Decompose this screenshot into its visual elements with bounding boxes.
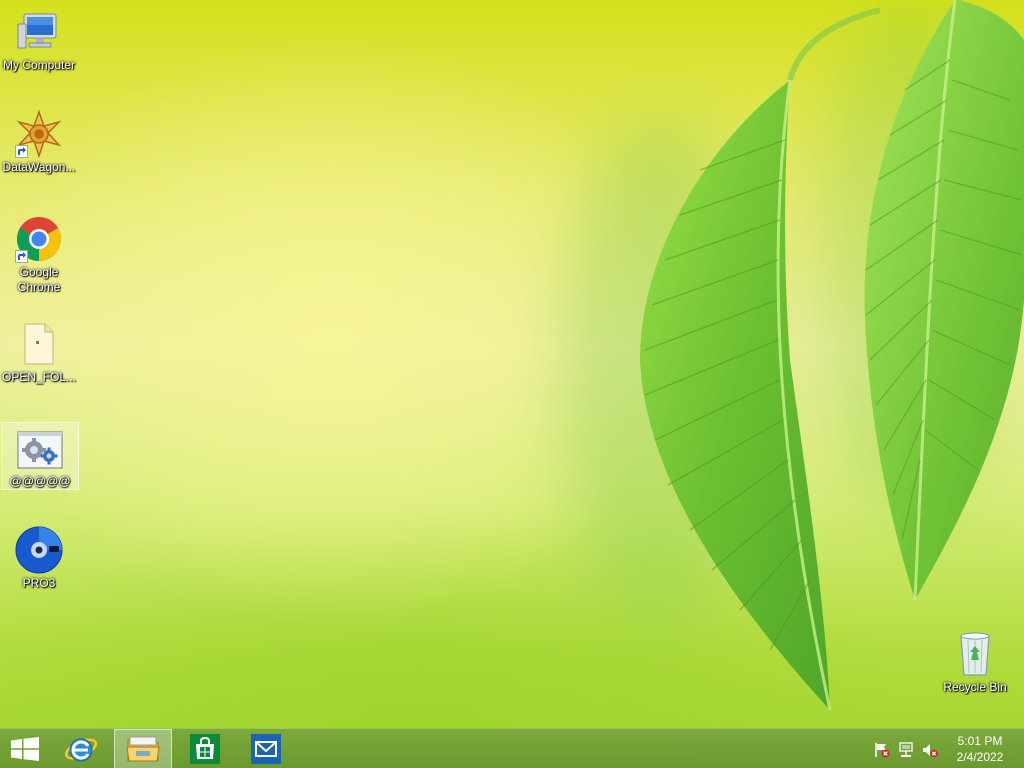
desktop-icon-recycle-bin[interactable]: Recycle Bin xyxy=(937,630,1013,695)
desktop-icon-label: Google Chrome xyxy=(17,265,61,294)
taskbar-file-explorer[interactable] xyxy=(114,729,172,768)
desktop-icon-label: Recycle Bin xyxy=(943,680,1007,694)
taskbar: 5:01 PM 2/4/2022 xyxy=(0,728,1024,768)
desktop-icon-google-chrome[interactable]: Google Chrome xyxy=(1,215,77,295)
chrome-icon xyxy=(15,215,63,263)
desktop-icon-my-computer[interactable]: My Computer xyxy=(1,8,77,73)
desktop-icon-settings-app[interactable]: @@@@@ xyxy=(1,422,79,490)
taskbar-clock[interactable]: 5:01 PM 2/4/2022 xyxy=(940,733,1020,765)
mail-envelope-icon xyxy=(251,734,281,764)
windows-logo-icon xyxy=(11,737,39,761)
shortcut-arrow-icon xyxy=(15,250,28,263)
file-icon xyxy=(15,320,63,368)
store-bag-icon xyxy=(190,734,220,764)
desktop-icon-label: PRO3 xyxy=(22,576,56,590)
desktop-icon-label: OPEN_FOL... xyxy=(1,370,77,384)
recycle-bin-icon xyxy=(951,630,999,678)
leaves-wallpaper xyxy=(640,0,1024,711)
desktop-icon-label: @@@@@ xyxy=(9,474,71,488)
network-icon[interactable] xyxy=(898,742,914,758)
computer-icon xyxy=(15,8,63,56)
start-button[interactable] xyxy=(0,729,50,768)
desktop-icon-datawagon[interactable]: DataWagon... xyxy=(1,110,77,175)
file-explorer-folder-icon xyxy=(126,736,160,762)
desktop-icon-label: My Computer xyxy=(2,58,76,72)
taskbar-internet-explorer[interactable] xyxy=(56,729,106,768)
action-center-flag-icon[interactable] xyxy=(874,742,890,758)
disc-icon xyxy=(15,526,63,574)
internet-explorer-icon xyxy=(64,738,98,762)
desktop-icon-pro3[interactable]: PRO3 xyxy=(1,526,77,591)
taskbar-mail[interactable] xyxy=(241,729,291,768)
desktop-icon-label: DataWagon... xyxy=(2,160,76,174)
taskbar-windows-store[interactable] xyxy=(180,729,230,768)
desktop[interactable]: My Computer DataWagon... Google Chrome O… xyxy=(0,0,1024,768)
datawagon-icon xyxy=(15,110,63,158)
clock-date: 2/4/2022 xyxy=(956,750,1004,764)
shortcut-arrow-icon xyxy=(15,145,28,158)
settings-gears-icon xyxy=(16,427,64,472)
volume-muted-icon[interactable] xyxy=(922,742,938,758)
desktop-icon-open-folder-file[interactable]: OPEN_FOL... xyxy=(1,320,77,385)
clock-time: 5:01 PM xyxy=(957,734,1003,748)
